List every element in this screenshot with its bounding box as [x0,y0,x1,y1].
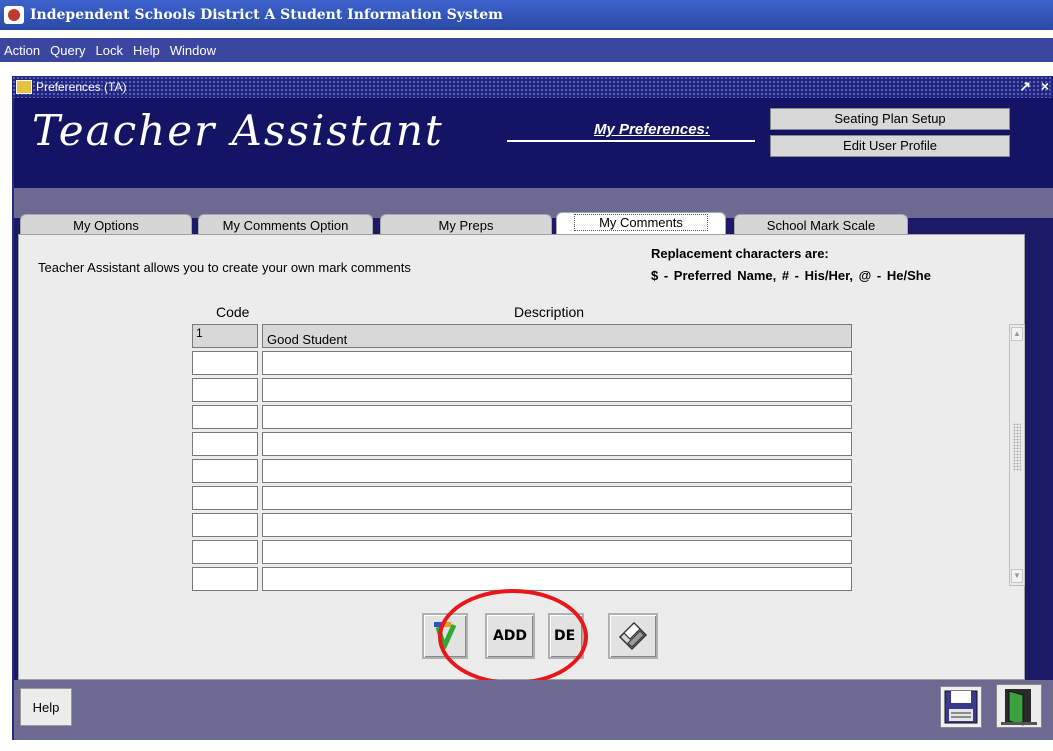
header-band: Teacher Assistant My Preferences: Seatin… [14,98,1053,188]
description-field[interactable] [262,405,852,429]
code-field[interactable] [192,486,258,510]
save-icon [944,690,978,724]
app-icon [4,6,24,24]
app-title-bar: Independent Schools District A Student I… [0,0,1053,30]
inner-window-title-bar: Preferences (TA) ↗ × [12,76,1053,98]
scroll-up-icon[interactable]: ▲ [1011,327,1023,341]
preferences-form: Teacher Assistant My Preferences: Seatin… [12,98,1053,740]
code-field[interactable] [192,513,258,537]
add-button[interactable]: ADD [485,613,535,659]
vertical-scrollbar[interactable]: ▲ ▼ [1009,324,1025,586]
description-field[interactable] [262,513,852,537]
tab-my-preps[interactable]: My Preps [380,214,552,236]
tab-my-comments-label: My Comments [574,214,708,231]
edit-user-profile-button[interactable]: Edit User Profile [770,135,1010,157]
description-field[interactable] [262,486,852,510]
inner-window-title: Preferences (TA) [36,80,127,94]
preferences-label: My Preferences: [594,121,710,138]
menu-help[interactable]: Help [133,43,160,58]
description-field[interactable] [262,459,852,483]
description-field[interactable] [262,432,852,456]
code-field[interactable] [192,378,258,402]
spellcheck-button[interactable] [422,613,468,659]
code-field[interactable] [192,567,258,591]
replacement-characters: $ - Preferred Name, # - His/Her, @ - He/… [651,268,931,283]
description-field[interactable] [262,567,852,591]
scroll-grip[interactable] [1013,423,1021,471]
code-field[interactable] [192,351,258,375]
menu-bar: Action Query Lock Help Window [0,38,1053,62]
menu-window[interactable]: Window [170,43,216,58]
column-header-code: Code [216,304,250,320]
code-field[interactable] [192,405,258,429]
maximize-icon[interactable]: ↗ [1019,78,1031,94]
scroll-down-icon[interactable]: ▼ [1011,569,1023,583]
exit-button[interactable] [996,684,1042,728]
menu-query[interactable]: Query [50,43,85,58]
replacement-title: Replacement characters are: [651,246,829,261]
printer-icon [618,621,648,651]
tab-my-options[interactable]: My Options [20,214,192,236]
help-button[interactable]: Help [20,688,72,726]
delete-button[interactable]: DE [548,613,584,659]
close-icon[interactable]: × [1041,78,1049,94]
brand-title: Teacher Assistant [32,106,444,155]
tab-school-mark-scale[interactable]: School Mark Scale [734,214,908,236]
column-header-description: Description [514,304,585,320]
seating-plan-setup-button[interactable]: Seating Plan Setup [770,108,1010,130]
app-title: Independent Schools District A Student I… [30,7,503,23]
menu-lock[interactable]: Lock [96,43,123,58]
footer-band [14,680,1053,740]
exit-door-icon [1001,689,1037,726]
description-field[interactable] [262,378,852,402]
code-field[interactable]: 1 [192,324,258,348]
description-field[interactable] [262,540,852,564]
spellcheck-icon [434,622,457,650]
code-field[interactable] [192,459,258,483]
preferences-underline [507,140,755,142]
form-icon [16,80,32,94]
code-field[interactable] [192,540,258,564]
code-field[interactable] [192,432,258,456]
save-button[interactable] [940,686,982,728]
print-button[interactable] [608,613,658,659]
description-field[interactable]: Good Student [262,324,852,348]
tab-my-comments-option[interactable]: My Comments Option [198,214,373,236]
description-field[interactable] [262,351,852,375]
intro-text: Teacher Assistant allows you to create y… [38,260,411,275]
menu-action[interactable]: Action [4,43,40,58]
